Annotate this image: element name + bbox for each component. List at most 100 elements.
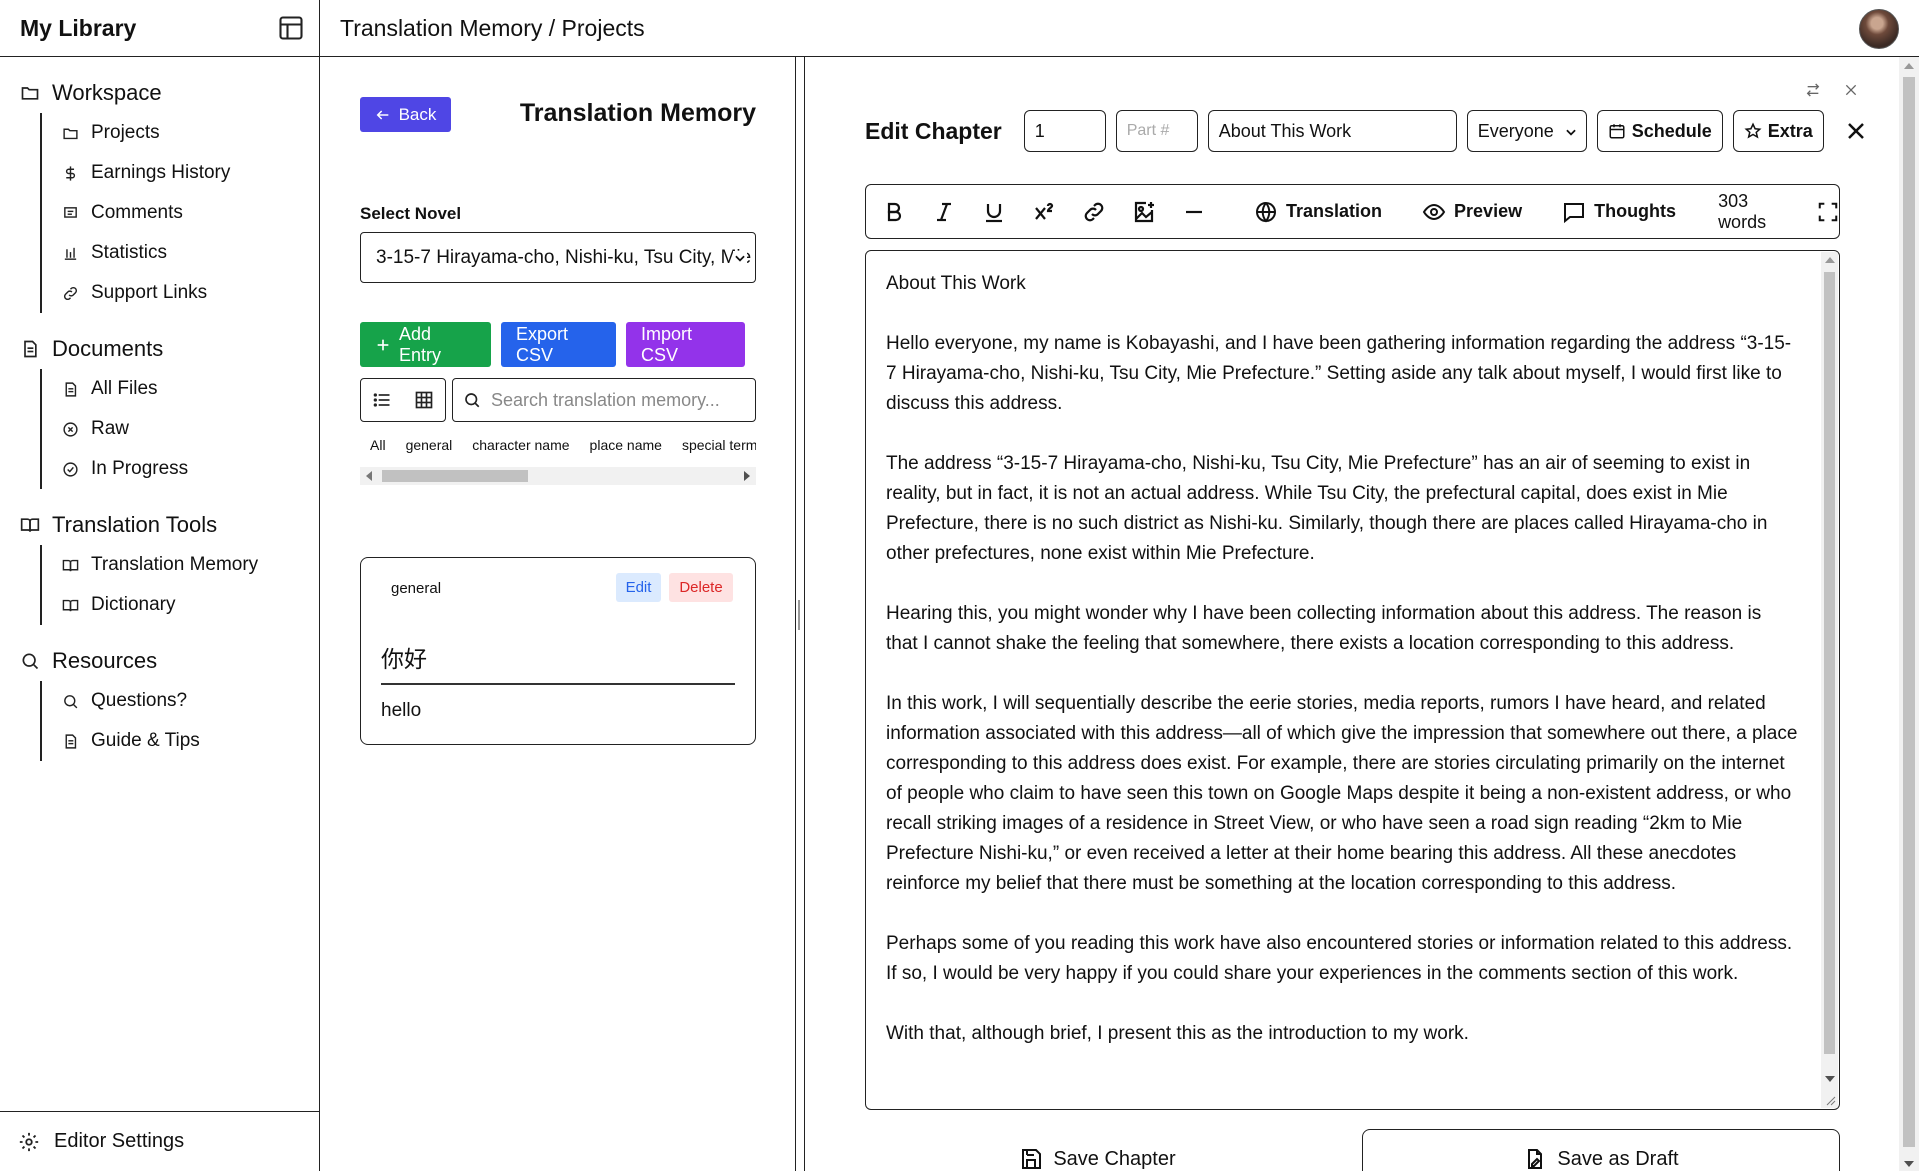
- folder-icon: [20, 83, 40, 103]
- sidebar-item-questions[interactable]: Questions?: [62, 681, 319, 721]
- gear-icon: [18, 1131, 40, 1153]
- layout-toggle-icon[interactable]: [277, 14, 305, 42]
- avatar[interactable]: [1859, 9, 1899, 49]
- add-entry-label: Add Entry: [399, 323, 442, 365]
- content-paragraph: With that, although brief, I present thi…: [886, 1023, 1469, 1044]
- sidebar-item-comments[interactable]: Comments: [62, 193, 319, 233]
- view-toggle: [360, 378, 446, 422]
- entry-divider: [381, 683, 735, 685]
- schedule-button[interactable]: Schedule: [1596, 110, 1723, 152]
- underline-icon[interactable]: [982, 200, 1006, 224]
- add-entry-button[interactable]: Add Entry: [360, 322, 491, 367]
- import-csv-button[interactable]: Import CSV: [626, 322, 745, 367]
- preview-button[interactable]: Preview: [1422, 200, 1522, 224]
- close-panel-icon[interactable]: [1843, 82, 1859, 98]
- panel-resize-handle[interactable]: [798, 600, 800, 630]
- tm-search-input[interactable]: Search translation memory...: [452, 378, 756, 422]
- tab-place-name[interactable]: place name: [580, 437, 672, 453]
- resize-grip-icon[interactable]: [1824, 1094, 1836, 1106]
- sidebar-item-all-files[interactable]: All Files: [62, 369, 319, 409]
- part-number-input[interactable]: Part #: [1115, 110, 1198, 152]
- fullscreen-icon[interactable]: [1817, 201, 1839, 223]
- save-draft-button[interactable]: Save as Draft: [1362, 1129, 1840, 1171]
- brand-area: My Library: [0, 0, 320, 56]
- editor-scrollbar[interactable]: [1821, 252, 1838, 1108]
- scrollbar-thumb[interactable]: [382, 470, 528, 482]
- translation-button[interactable]: Translation: [1254, 200, 1382, 224]
- scroll-right-arrow[interactable]: [744, 471, 750, 481]
- link-icon[interactable]: [1082, 200, 1106, 224]
- scroll-up-arrow[interactable]: [1825, 257, 1835, 263]
- novel-select[interactable]: 3-15-7 Hirayama-cho, Nishi-ku, Tsu City,…: [360, 232, 756, 283]
- sidebar-item-label: Questions?: [91, 690, 188, 711]
- thoughts-button[interactable]: Thoughts: [1562, 200, 1676, 224]
- sidebar-item-label: All Files: [91, 378, 158, 399]
- tab-character-name[interactable]: character name: [462, 437, 579, 453]
- chapter-number-input[interactable]: 1: [1023, 110, 1106, 152]
- back-label: Back: [398, 104, 437, 124]
- audience-select[interactable]: Everyone: [1466, 110, 1587, 152]
- sidebar-item-guide-tips[interactable]: Guide & Tips: [62, 721, 319, 761]
- save-chapter-label: Save Chapter: [1053, 1147, 1176, 1170]
- edit-entry-button[interactable]: Edit: [616, 573, 661, 602]
- sidebar-item-label: Translation Memory: [91, 554, 259, 575]
- grid-view-icon[interactable]: [414, 390, 434, 410]
- section-header-resources[interactable]: Resources: [20, 641, 319, 681]
- bold-icon[interactable]: [882, 200, 906, 224]
- sidebar-item-translation-memory[interactable]: Translation Memory: [62, 545, 319, 585]
- sidebar-item-earnings-history[interactable]: Earnings History: [62, 153, 319, 193]
- delete-entry-button[interactable]: Delete: [669, 573, 733, 602]
- sidebar-section-resources: Resources Questions? Guide & Tips: [20, 641, 319, 761]
- chapter-content-editor[interactable]: About This Work Hello everyone, my name …: [865, 250, 1840, 1110]
- word-count: 303 words: [1718, 190, 1767, 232]
- sidebar-item-projects[interactable]: Projects: [62, 113, 319, 153]
- select-novel-label: Select Novel: [360, 204, 462, 223]
- entry-category: general: [391, 580, 442, 597]
- extra-button[interactable]: Extra: [1732, 110, 1824, 152]
- globe-icon: [1254, 200, 1278, 224]
- search-placeholder: Search translation memory...: [491, 389, 720, 410]
- scrollbar-thumb[interactable]: [1903, 77, 1915, 1147]
- italic-icon[interactable]: [932, 200, 956, 224]
- image-plus-icon[interactable]: [1132, 200, 1156, 224]
- plus-icon: [375, 337, 391, 353]
- page-scrollbar[interactable]: [1899, 57, 1919, 1171]
- editor-settings-button[interactable]: Editor Settings: [0, 1111, 319, 1171]
- chevron-down-icon: [733, 251, 747, 265]
- sidebar-item-support-links[interactable]: Support Links: [62, 273, 319, 313]
- book-open-icon: [62, 597, 79, 614]
- list-view-icon[interactable]: [372, 390, 392, 410]
- tab-general[interactable]: general: [396, 437, 463, 453]
- scrollbar-thumb[interactable]: [1824, 272, 1835, 1054]
- sidebar-item-statistics[interactable]: Statistics: [62, 233, 319, 273]
- sidebar-item-raw[interactable]: Raw: [62, 409, 319, 449]
- scroll-down-arrow[interactable]: [1825, 1076, 1835, 1082]
- brand-title[interactable]: My Library: [20, 15, 136, 42]
- section-header-documents[interactable]: Documents: [20, 329, 319, 369]
- chapter-title-input[interactable]: About This Work: [1207, 110, 1457, 152]
- superscript-icon[interactable]: [1032, 200, 1056, 224]
- section-title: Workspace: [52, 80, 162, 105]
- eye-icon: [1422, 200, 1446, 224]
- chevron-down-icon: [1564, 125, 1578, 139]
- scroll-down-arrow[interactable]: [1904, 1161, 1914, 1167]
- section-header-workspace[interactable]: Workspace: [20, 73, 319, 113]
- scroll-left-arrow[interactable]: [366, 471, 372, 481]
- sidebar-item-label: In Progress: [91, 458, 189, 479]
- export-csv-button[interactable]: Export CSV: [501, 322, 616, 367]
- sidebar-item-dictionary[interactable]: Dictionary: [62, 585, 319, 625]
- close-icon[interactable]: [1844, 119, 1868, 143]
- category-tabs: All general character name place name specia…: [360, 437, 756, 461]
- document-icon: [62, 381, 79, 398]
- breadcrumb: Translation Memory / Projects: [340, 14, 645, 41]
- scroll-up-arrow[interactable]: [1904, 63, 1914, 69]
- save-chapter-button[interactable]: Save Chapter: [865, 1129, 1330, 1171]
- section-header-translation-tools[interactable]: Translation Tools: [20, 505, 319, 545]
- back-button[interactable]: Back: [360, 97, 451, 132]
- sidebar-item-in-progress[interactable]: In Progress: [62, 449, 319, 489]
- tab-all[interactable]: All: [360, 437, 396, 453]
- tab-special-term[interactable]: special term: [672, 437, 756, 453]
- tabs-scrollbar[interactable]: [360, 467, 756, 485]
- horizontal-rule-icon[interactable]: [1182, 200, 1206, 224]
- swap-icon[interactable]: [1805, 82, 1821, 98]
